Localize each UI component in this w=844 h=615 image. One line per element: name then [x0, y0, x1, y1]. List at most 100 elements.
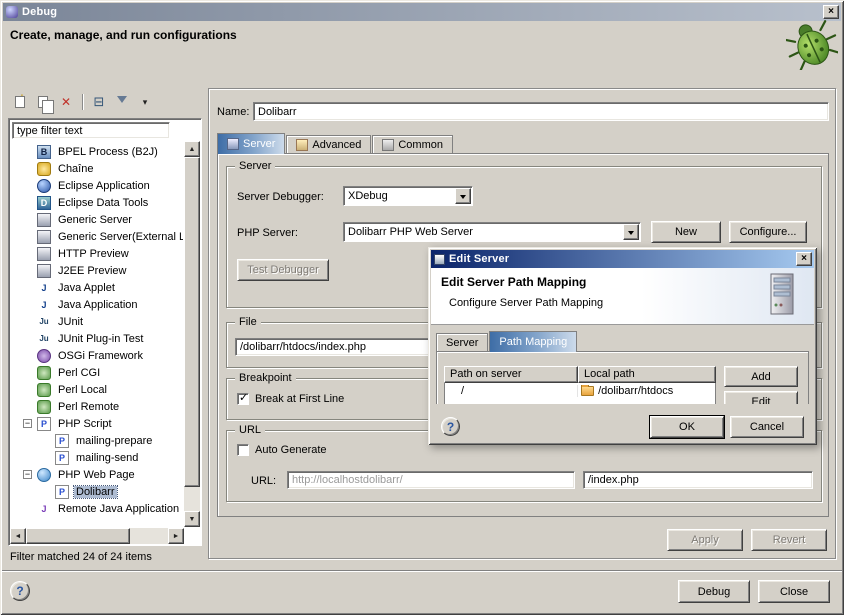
tree-item-php-web-page[interactable]: −PHP Web Page	[11, 466, 183, 483]
tree-horizontal-scrollbar[interactable]: ◄ ►	[10, 528, 184, 544]
url-path-input[interactable]	[583, 471, 813, 489]
tree-item-junit-plug-in-test[interactable]: JuJUnit Plug-in Test	[11, 330, 183, 347]
tree-item-perl-cgi[interactable]: Perl CGI	[11, 364, 183, 381]
dialog-window-icon	[434, 254, 445, 265]
table-header: Path on server Local path	[444, 366, 716, 383]
debug-button[interactable]: Debug	[678, 580, 750, 603]
java-applet-icon: J	[37, 281, 51, 295]
break-first-line-checkbox[interactable]	[237, 393, 249, 405]
filter-input[interactable]	[12, 122, 170, 139]
page-title: Create, manage, and run configurations	[10, 28, 237, 42]
server-icon	[37, 230, 51, 244]
php-server-select[interactable]: Dolibarr PHP Web Server	[343, 222, 641, 242]
vertical-scroll-thumb[interactable]	[184, 157, 200, 487]
server-debugger-label: Server Debugger:	[237, 191, 324, 203]
tree-item-cha-ne[interactable]: Chaîne	[11, 160, 183, 177]
scroll-up-icon[interactable]: ▲	[184, 141, 200, 157]
delete-config-icon[interactable]: ✕	[56, 93, 76, 111]
break-first-line-label: Break at First Line	[255, 393, 344, 405]
server-debugger-select[interactable]: XDebug	[343, 186, 473, 206]
ok-button[interactable]: OK	[650, 416, 724, 438]
dialog-subheading: Configure Server Path Mapping	[449, 297, 603, 309]
dialog-title: Edit Server	[449, 253, 509, 265]
tree-item-http-preview[interactable]: HTTP Preview	[11, 245, 183, 262]
revert-button: Revert	[751, 529, 827, 551]
config-tree-panel: BBPEL Process (B2J)ChaîneEclipse Applica…	[8, 118, 202, 546]
debug-window: Debug × Create, manage, and run configur…	[0, 0, 844, 615]
dialog-close-button[interactable]: ×	[796, 252, 812, 266]
tree-item-mailing-send[interactable]: Pmailing-send	[11, 449, 183, 466]
dialog-tab-path-mapping[interactable]: Path Mapping	[489, 331, 577, 352]
tab-advanced[interactable]: Advanced	[286, 135, 371, 154]
dialog-tabs: Server Path Mapping	[436, 331, 578, 352]
scroll-right-icon[interactable]: ►	[168, 528, 184, 544]
url-base-input[interactable]	[287, 471, 575, 489]
chevron-down-icon[interactable]	[455, 188, 471, 204]
remote-java-icon: J	[37, 502, 51, 516]
add-mapping-button[interactable]: Add	[724, 366, 798, 387]
close-button[interactable]: Close	[758, 580, 830, 603]
tree-item-java-applet[interactable]: JJava Applet	[11, 279, 183, 296]
scroll-down-icon[interactable]: ▼	[184, 511, 200, 527]
column-local-path[interactable]: Local path	[578, 366, 716, 383]
collapse-all-icon[interactable]: ⊟	[89, 93, 109, 111]
configure-server-button[interactable]: Configure...	[729, 221, 807, 243]
url-label: URL:	[251, 475, 276, 487]
scroll-left-icon[interactable]: ◄	[10, 528, 26, 544]
tree-item-java-application[interactable]: JJava Application	[11, 296, 183, 313]
collapse-node-icon[interactable]: −	[23, 470, 32, 479]
server-icon	[37, 247, 51, 261]
sidebar-toolbar: + ✕ ⊟ ▾	[10, 92, 155, 112]
dialog-footer: ? OK Cancel	[431, 404, 814, 442]
tree-item-junit[interactable]: JuJUnit	[11, 313, 183, 330]
eclipse-application-icon	[37, 179, 51, 193]
php-script-icon: P	[37, 417, 51, 431]
tree-item-generic-server-external-la[interactable]: Generic Server(External La	[11, 228, 183, 245]
tree-item-perl-remote[interactable]: Perl Remote	[11, 398, 183, 415]
name-label: Name:	[217, 106, 249, 118]
tree-item-mailing-prepare[interactable]: Pmailing-prepare	[11, 432, 183, 449]
window-close-button[interactable]: ×	[823, 5, 839, 19]
help-icon[interactable]: ?	[10, 581, 30, 601]
cancel-button[interactable]: Cancel	[730, 416, 804, 438]
chain-icon	[37, 162, 51, 176]
tab-server[interactable]: Server	[217, 133, 285, 154]
dialog-tab-server[interactable]: Server	[436, 333, 488, 352]
folder-icon	[581, 386, 594, 396]
mapping-table-row[interactable]: //dolibarr/htdocs	[445, 383, 715, 399]
auto-generate-label: Auto Generate	[255, 444, 327, 456]
tree-item-osgi-framework[interactable]: OSGi Framework	[11, 347, 183, 364]
auto-generate-checkbox[interactable]	[237, 444, 249, 456]
duplicate-config-icon[interactable]	[33, 93, 53, 111]
php-file-icon: P	[55, 485, 69, 499]
java-application-icon: J	[37, 298, 51, 312]
php-server-label: PHP Server:	[237, 227, 298, 239]
server-illustration-icon	[762, 272, 800, 320]
tree-item-j2ee-preview[interactable]: J2EE Preview	[11, 262, 183, 279]
tab-common[interactable]: Common	[372, 135, 453, 154]
toolbar-menu-arrow-icon[interactable]: ▾	[135, 93, 155, 111]
tree-item-bpel-process-b2j[interactable]: BBPEL Process (B2J)	[11, 143, 183, 160]
name-input[interactable]	[253, 102, 829, 121]
filter-configs-icon[interactable]	[112, 93, 132, 111]
tree-item-remote-java-application[interactable]: JRemote Java Application	[11, 500, 183, 517]
horizontal-scroll-thumb[interactable]	[26, 528, 130, 544]
tree-item-dolibarr[interactable]: PDolibarr	[11, 483, 183, 500]
collapse-node-icon[interactable]: −	[23, 419, 32, 428]
tree-item-eclipse-application[interactable]: Eclipse Application	[11, 177, 183, 194]
server-icon	[37, 213, 51, 227]
config-tabs: Server Advanced Common	[217, 133, 454, 154]
tree-vertical-scrollbar[interactable]: ▲ ▼	[184, 141, 200, 527]
column-path-on-server[interactable]: Path on server	[444, 366, 578, 383]
new-server-button[interactable]: New	[651, 221, 721, 243]
tree-item-php-script[interactable]: −PPHP Script	[11, 415, 183, 432]
tree-item-eclipse-data-tools[interactable]: DEclipse Data Tools	[11, 194, 183, 211]
php-file-icon: P	[55, 434, 69, 448]
new-config-icon[interactable]: +	[10, 93, 30, 111]
test-debugger-button: Test Debugger	[237, 259, 329, 281]
toolbar-separator	[82, 94, 83, 110]
tree-item-generic-server[interactable]: Generic Server	[11, 211, 183, 228]
chevron-down-icon[interactable]	[623, 224, 639, 240]
tree-item-perl-local[interactable]: Perl Local	[11, 381, 183, 398]
dialog-help-icon[interactable]: ?	[441, 417, 460, 436]
